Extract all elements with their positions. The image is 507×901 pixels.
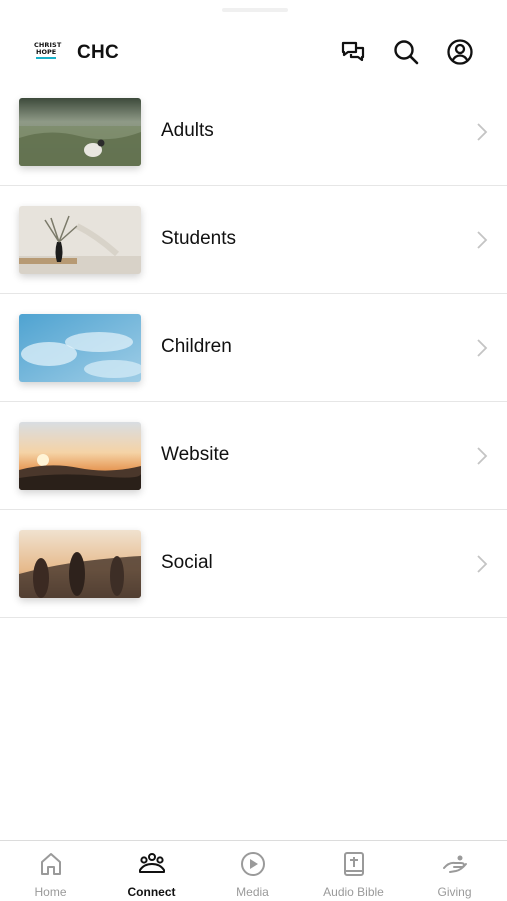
chat-icon [341,41,365,62]
tab-media[interactable]: Media [202,841,303,901]
chevron-right-icon [475,553,489,575]
tab-label: Giving [437,885,472,899]
app-header: CHRIST HOPE CHC [0,22,507,84]
profile-icon [447,39,473,65]
search-icon [394,40,419,65]
profile-button[interactable] [444,36,476,68]
list-item-adults[interactable]: Adults [0,78,507,186]
home-icon [37,850,65,878]
tab-home[interactable]: Home [0,841,101,901]
list-item-website[interactable]: Website [0,402,507,510]
tab-label: Home [34,885,67,899]
people-icon [138,850,166,878]
vase-plant-photo [19,206,141,274]
bible-icon [340,850,368,878]
status-bar [0,0,507,22]
chat-button[interactable] [337,36,369,68]
people-hillside-photo [19,530,141,598]
grass-field-photo [19,98,141,166]
play-icon [239,850,267,878]
tab-connect[interactable]: Connect [101,841,202,901]
giving-hand-icon [441,850,469,878]
sky-clouds-photo [19,314,141,382]
status-indicator [222,8,288,12]
list-item-students[interactable]: Students [0,186,507,294]
list-item-label: Children [161,336,232,357]
sunset-mountains-photo [19,422,141,490]
tab-label: Media [236,885,269,899]
list-item-label: Website [161,444,230,465]
search-button[interactable] [390,36,422,68]
connect-list: Adults Students Children Website Social [0,78,507,618]
chevron-right-icon [475,121,489,143]
list-item-children[interactable]: Children [0,294,507,402]
chevron-right-icon [475,229,489,251]
bottom-tab-bar: Home Connect Media Audio Bible Giving [0,840,507,901]
tab-giving[interactable]: Giving [404,841,505,901]
church-logo: CHRIST HOPE [34,42,61,64]
tab-audio-bible[interactable]: Audio Bible [303,841,404,901]
chevron-right-icon [475,337,489,359]
tab-label: Connect [127,885,176,899]
app-title: CHC [77,42,120,63]
list-item-social[interactable]: Social [0,510,507,618]
logo-text-line2: HOPE [36,48,57,56]
list-item-label: Social [161,552,213,573]
chevron-right-icon [475,445,489,467]
tab-label: Audio Bible [323,885,384,899]
logo-accent [36,57,56,59]
list-item-label: Adults [161,120,214,141]
list-item-label: Students [161,228,236,249]
